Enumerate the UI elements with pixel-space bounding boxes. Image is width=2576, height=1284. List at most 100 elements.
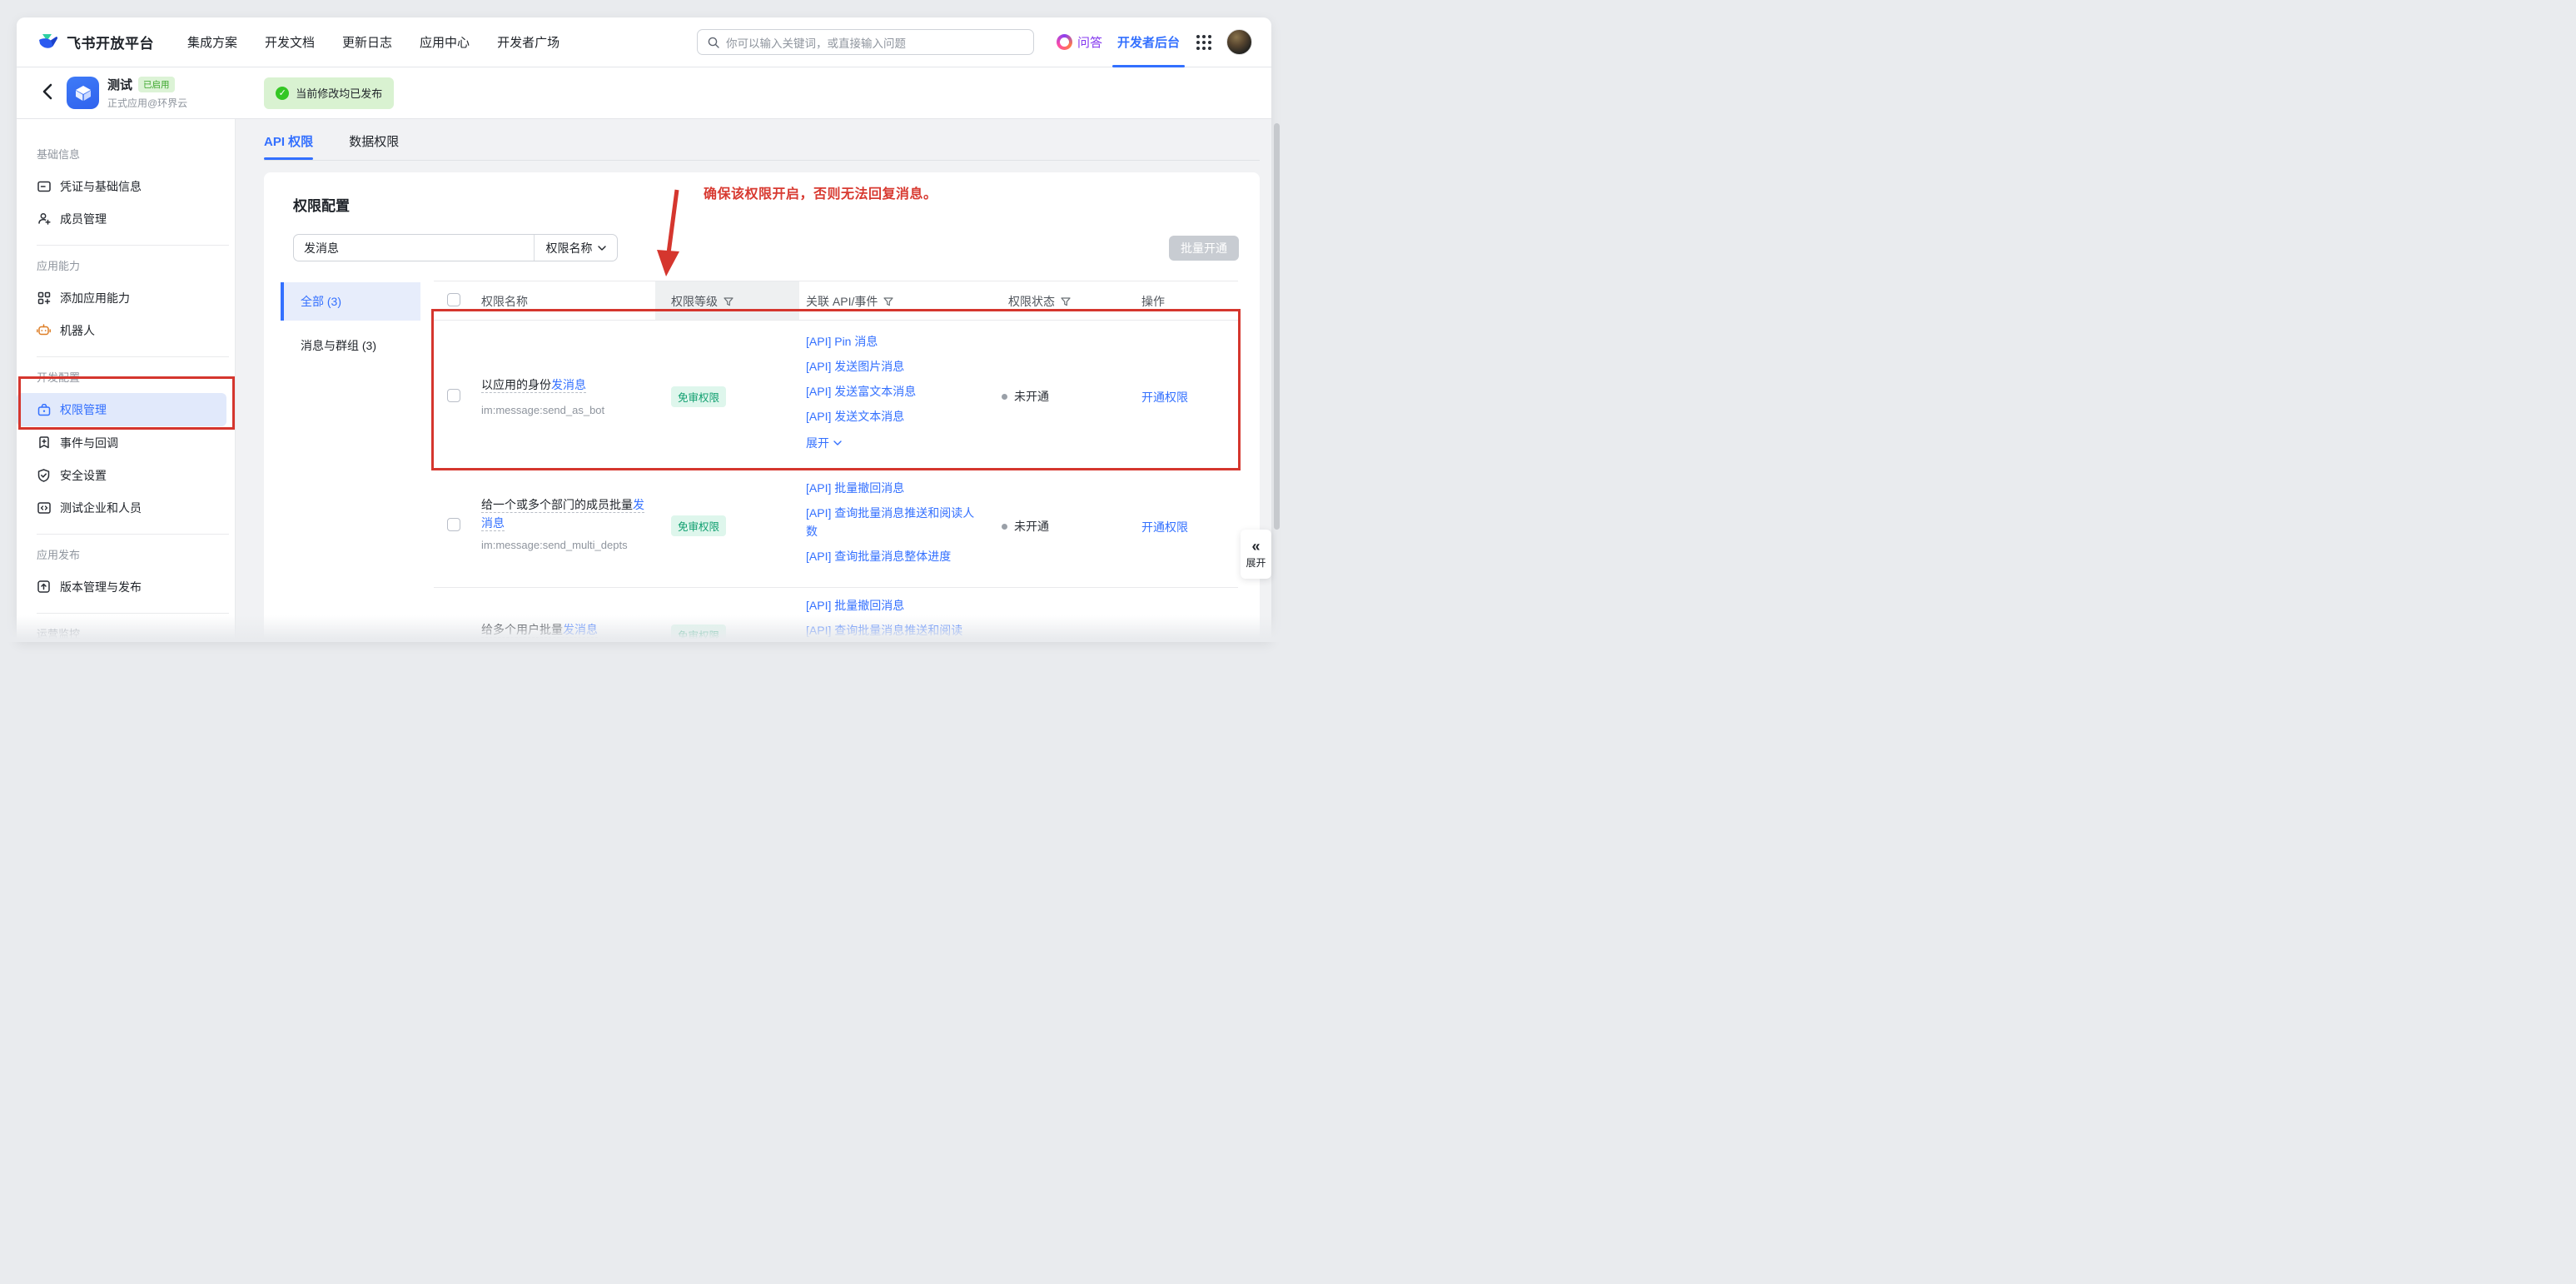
api-link-list: [API] 批量撤回消息 [API] 查询批量消息推送和阅读人数 [API] 查…: [806, 479, 977, 572]
sidebar-item-version-release[interactable]: 版本管理与发布: [17, 570, 235, 603]
permission-name[interactable]: 给一个或多个部门的成员批量发消息: [481, 495, 648, 532]
col-header-apis[interactable]: 关联 API/事件: [806, 293, 893, 310]
nav-item-dev-square[interactable]: 开发者广场: [497, 33, 559, 51]
expand-side-panel-button[interactable]: « 展开: [1241, 530, 1271, 579]
sidebar-divider: [37, 356, 229, 357]
api-link[interactable]: [API] 查询批量消息整体进度: [806, 547, 977, 565]
permission-code: im:message:send_as_bot: [481, 404, 604, 416]
sidebar-item-members[interactable]: 成员管理: [17, 202, 235, 235]
check-icon: ✓: [276, 87, 289, 100]
api-link[interactable]: [API] 发送富文本消息: [806, 385, 977, 399]
category-all[interactable]: 全部 (3): [281, 282, 420, 321]
global-search-input[interactable]: 你可以输入关键词，或直接输入问题: [697, 29, 1034, 55]
api-link-list: [API] Pin 消息 [API] 发送图片消息 [API] 发送富文本消息 …: [806, 335, 977, 451]
sidebar-group-dev-config: 开发配置: [17, 360, 235, 393]
api-link[interactable]: [API] 查询批量消息推送和阅读: [806, 621, 977, 640]
search-icon: [708, 37, 719, 48]
briefcase-lock-icon: [37, 404, 51, 416]
api-link[interactable]: [API] 批量撤回消息: [806, 479, 977, 497]
sidebar-item-label: 凭证与基础信息: [60, 178, 142, 195]
status-badge: 未开通: [1002, 518, 1049, 535]
apps-grid-icon[interactable]: [1196, 35, 1211, 50]
app-enabled-badge: 已启用: [138, 77, 175, 92]
vertical-scrollbar[interactable]: [1274, 123, 1280, 530]
table-header-border: [434, 320, 1238, 321]
sidebar-item-permissions[interactable]: 权限管理: [17, 393, 226, 426]
user-avatar[interactable]: [1226, 29, 1252, 55]
sidebar-group-release: 应用发布: [17, 537, 235, 570]
filter-funnel-icon[interactable]: [883, 297, 893, 306]
sidebar-item-test-org[interactable]: 测试企业和人员: [17, 491, 235, 524]
filter-funnel-icon[interactable]: [724, 297, 734, 306]
sidebar-item-label: 安全设置: [60, 467, 107, 484]
nav-item-solutions[interactable]: 集成方案: [187, 33, 237, 51]
row-divider: [434, 469, 1238, 470]
main-area: 基础信息 凭证与基础信息 成员管理 应用能力 添加应用能力: [17, 119, 1271, 642]
nav-item-changelog[interactable]: 更新日志: [342, 33, 392, 51]
sidebar-item-security[interactable]: 安全设置: [17, 459, 235, 491]
permission-search-group: 权限名称: [293, 234, 618, 261]
permission-search-input[interactable]: [294, 241, 534, 255]
sidebar-divider: [37, 534, 229, 535]
red-annotation-text: 确保该权限开启，否则无法回复消息。: [704, 182, 937, 202]
sidebar-item-label: 权限管理: [60, 401, 107, 418]
search-field-select[interactable]: 权限名称: [534, 235, 617, 261]
api-link[interactable]: [API] Pin 消息: [806, 335, 977, 349]
row-divider: [434, 587, 1238, 588]
robot-icon: [37, 324, 51, 336]
dev-console-link[interactable]: 开发者后台: [1117, 33, 1180, 51]
sidebar-item-events[interactable]: 事件与回调: [17, 426, 235, 459]
qa-link[interactable]: 问答: [1057, 33, 1102, 51]
browser-window: 飞书开放平台 集成方案 开发文档 更新日志 应用中心 开发者广场 你可以输入关键…: [17, 17, 1271, 642]
api-link[interactable]: [API] 发送文本消息: [806, 410, 977, 424]
col-header-name: 权限名称: [481, 293, 528, 310]
sidebar-item-label: 测试企业和人员: [60, 500, 142, 516]
filter-funnel-icon[interactable]: [1061, 297, 1071, 306]
sidebar-divider: [37, 613, 229, 614]
category-messages-groups[interactable]: 消息与群组 (3): [281, 327, 420, 364]
bulk-activate-button[interactable]: 批量开通: [1169, 236, 1239, 261]
sidebar-item-label: 成员管理: [60, 211, 107, 227]
sidebar-item-label: 添加应用能力: [60, 290, 130, 306]
row-checkbox[interactable]: [447, 389, 460, 402]
navbar-right: 问答 开发者后台: [1057, 29, 1252, 55]
api-link-list: [API] 批量撤回消息 [API] 查询批量消息推送和阅读: [806, 596, 977, 642]
app-title-block: 测试 已启用 正式应用@环界云: [107, 76, 187, 110]
double-chevron-left-icon: «: [1251, 539, 1260, 554]
col-header-level[interactable]: 权限等级: [671, 293, 734, 310]
nav-item-docs[interactable]: 开发文档: [265, 33, 315, 51]
activate-permission-link[interactable]: 开通权限: [1141, 519, 1188, 535]
id-card-icon: [37, 181, 51, 192]
sidebar-item-label: 机器人: [60, 322, 95, 339]
col-header-action: 操作: [1141, 293, 1165, 310]
permission-name[interactable]: 给多个用户批量发消息: [481, 620, 648, 639]
permission-code: im:message:send_multi_depts: [481, 539, 628, 551]
sidebar-item-add-capability[interactable]: 添加应用能力: [17, 281, 235, 314]
select-all-checkbox[interactable]: [447, 293, 460, 306]
api-link[interactable]: [API] 发送图片消息: [806, 360, 977, 374]
permission-name[interactable]: 以应用的身份发消息: [481, 376, 648, 394]
sidebar-group-basic: 基础信息: [17, 137, 235, 170]
sidebar-item-label: 事件与回调: [60, 435, 118, 451]
feishu-logo[interactable]: 飞书开放平台: [37, 32, 154, 52]
tab-data-permissions[interactable]: 数据权限: [349, 122, 399, 160]
app-header: 测试 已启用 正式应用@环界云 ✓ 当前修改均已发布: [17, 67, 1271, 119]
nav-item-app-center[interactable]: 应用中心: [420, 33, 470, 51]
back-button[interactable]: [42, 83, 52, 103]
expand-apis-link[interactable]: 展开: [806, 435, 977, 451]
back-chevron-icon: [42, 83, 52, 100]
status-dot: [1002, 394, 1007, 400]
row-checkbox[interactable]: [447, 518, 460, 531]
person-add-icon: [37, 212, 51, 225]
tab-api-permissions[interactable]: API 权限: [264, 122, 313, 160]
api-link[interactable]: [API] 查询批量消息推送和阅读人数: [806, 504, 977, 540]
status-badge: 未开通: [1002, 388, 1049, 405]
permission-config-card: 权限配置 权限名称 批量开通 全部 (3) 消息与群组 (3): [264, 172, 1260, 642]
sidebar-item-bot[interactable]: 机器人: [17, 314, 235, 346]
api-link[interactable]: [API] 批量撤回消息: [806, 596, 977, 615]
qa-icon: [1057, 34, 1072, 50]
sidebar-item-credentials[interactable]: 凭证与基础信息: [17, 170, 235, 202]
col-header-status[interactable]: 权限状态: [1008, 293, 1071, 310]
level-badge: 免审权限: [671, 625, 726, 642]
activate-permission-link[interactable]: 开通权限: [1141, 389, 1188, 406]
